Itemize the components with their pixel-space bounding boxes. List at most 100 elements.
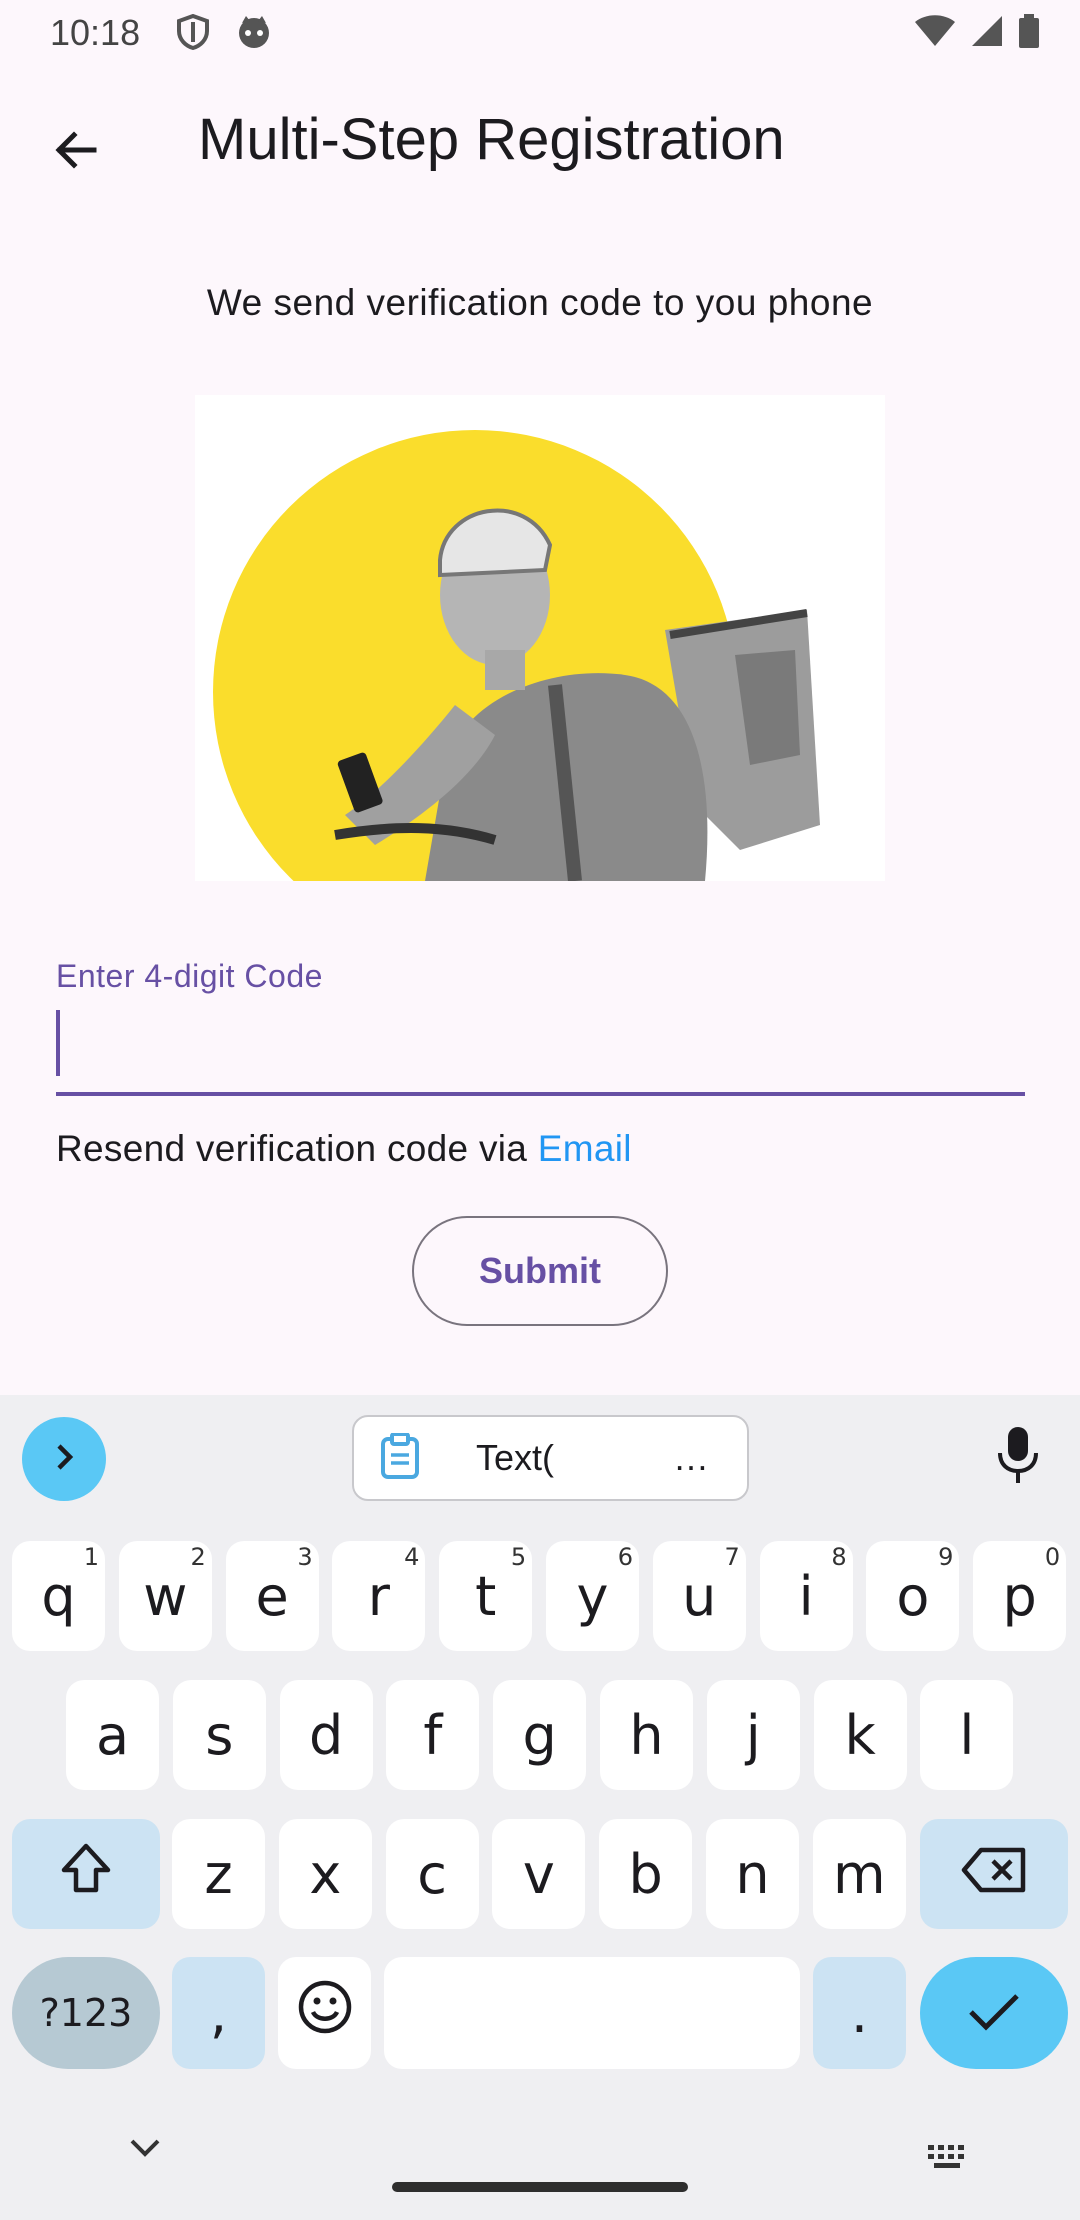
backspace-icon [961,1843,1027,1906]
key-j[interactable]: j [706,1680,800,1790]
clipboard-text: Text( [476,1437,555,1478]
key-label: o [896,1564,930,1628]
key-label: f [423,1703,443,1767]
emoji-key[interactable] [278,1957,371,2069]
key-n[interactable]: n [706,1819,799,1929]
key-label: i [798,1564,814,1628]
arrow-back-icon [52,126,100,179]
key-label: e [255,1564,289,1628]
text-caret [56,1010,60,1076]
key-label: c [417,1842,447,1906]
key-label: j [745,1703,761,1767]
key-o[interactable]: o9 [866,1541,960,1651]
comma-key[interactable]: , [172,1957,265,2069]
key-r[interactable]: r4 [332,1541,426,1651]
key-hint: 3 [297,1543,313,1571]
resend-line: Resend verification code via Email [56,1128,632,1170]
key-label: a [95,1703,130,1767]
back-button[interactable] [36,112,116,192]
key-label: p [1002,1564,1037,1628]
key-label: l [959,1703,975,1767]
key-h[interactable]: h [600,1680,693,1790]
signal-icon [970,14,1004,53]
key-v[interactable]: v [492,1819,586,1929]
key-label: m [832,1842,886,1906]
shield-icon [176,13,210,55]
key-q[interactable]: q1 [12,1541,105,1651]
key-z[interactable]: z [172,1819,265,1929]
key-b[interactable]: b [599,1819,693,1929]
key-hint: 6 [617,1543,633,1571]
key-p[interactable]: p0 [973,1541,1067,1651]
key-hint: 0 [1044,1543,1061,1571]
key-hint: 2 [190,1543,206,1571]
key-a[interactable]: a [66,1680,159,1790]
done-key[interactable] [920,1957,1068,2069]
checkmark-icon [967,1982,1021,2045]
key-f[interactable]: f [386,1680,480,1790]
soft-keyboard: Text( … ?123 , . q1w2e3r4t5y6u7i8 o 9 p … [0,1395,1080,2220]
key-label: g [522,1703,557,1767]
key-label: v [522,1842,555,1906]
clipboard-ellipsis: … [673,1437,709,1478]
delivery-courier-illustration [195,395,885,881]
key-e[interactable]: e3 [225,1541,319,1651]
key-label: n [735,1842,770,1906]
cat-icon [236,14,272,55]
key-i[interactable]: i8 [759,1541,853,1651]
key-hint: 9 [938,1543,954,1571]
emoji-icon [297,1979,353,2048]
resend-email-link[interactable]: Email [538,1128,632,1169]
key-hint: 1 [83,1543,99,1571]
space-key[interactable] [384,1957,800,2069]
key-x[interactable]: x [278,1819,372,1929]
key-label: r [367,1564,390,1628]
code-input[interactable] [56,1000,1025,1096]
key-d[interactable]: d [279,1680,373,1790]
key-g[interactable]: g [493,1680,587,1790]
status-time: 10:18 [50,12,141,53]
key-label: d [308,1703,344,1767]
expand-toolbar-button[interactable] [22,1417,106,1501]
period-key[interactable]: . [813,1957,906,2069]
key-label: u [682,1564,717,1628]
wifi-icon [914,14,956,53]
submit-button[interactable]: Submit [412,1216,668,1326]
microphone-icon[interactable] [996,1425,1040,1490]
key-label: z [204,1842,233,1906]
clipboard-suggestion[interactable]: Text( … [352,1415,749,1501]
battery-icon [1018,14,1040,53]
key-label: w [143,1564,188,1628]
key-k[interactable]: k [813,1680,907,1790]
symbols-key[interactable]: ?123 [12,1957,160,2069]
home-indicator[interactable] [392,2182,688,2192]
key-m[interactable]: m [812,1819,906,1929]
chevron-right-icon [48,1441,80,1478]
status-bar: 10:18 [0,0,1080,66]
key-label: k [844,1703,876,1767]
status-icons [914,14,1040,53]
key-label: b [628,1842,663,1906]
key-label: x [309,1842,342,1906]
backspace-key[interactable] [920,1819,1068,1929]
key-label: t [475,1564,497,1628]
keyboard-toolbar: Text( … [0,1395,1080,1525]
key-w[interactable]: w2 [118,1541,212,1651]
hide-keyboard-chevron-icon[interactable] [128,2137,162,2164]
keyboard-switch-icon[interactable] [926,2143,970,2178]
key-hint: 8 [831,1543,847,1571]
key-s[interactable]: s [172,1680,266,1790]
key-label: s [205,1703,234,1767]
key-y[interactable]: y6 [546,1541,639,1651]
key-hint: 4 [404,1543,420,1571]
app-bar: Multi-Step Registration [0,66,1080,216]
key-l[interactable]: l [920,1680,1014,1790]
key-u[interactable]: u7 [652,1541,746,1651]
key-c[interactable]: c [385,1819,479,1929]
key-t[interactable]: t5 [439,1541,533,1651]
shift-key[interactable] [12,1819,160,1929]
key-hint: 5 [510,1543,527,1571]
verification-message: We send verification code to you phone [206,282,874,323]
key-label: y [576,1564,609,1628]
clipboard-icon [380,1431,420,1484]
